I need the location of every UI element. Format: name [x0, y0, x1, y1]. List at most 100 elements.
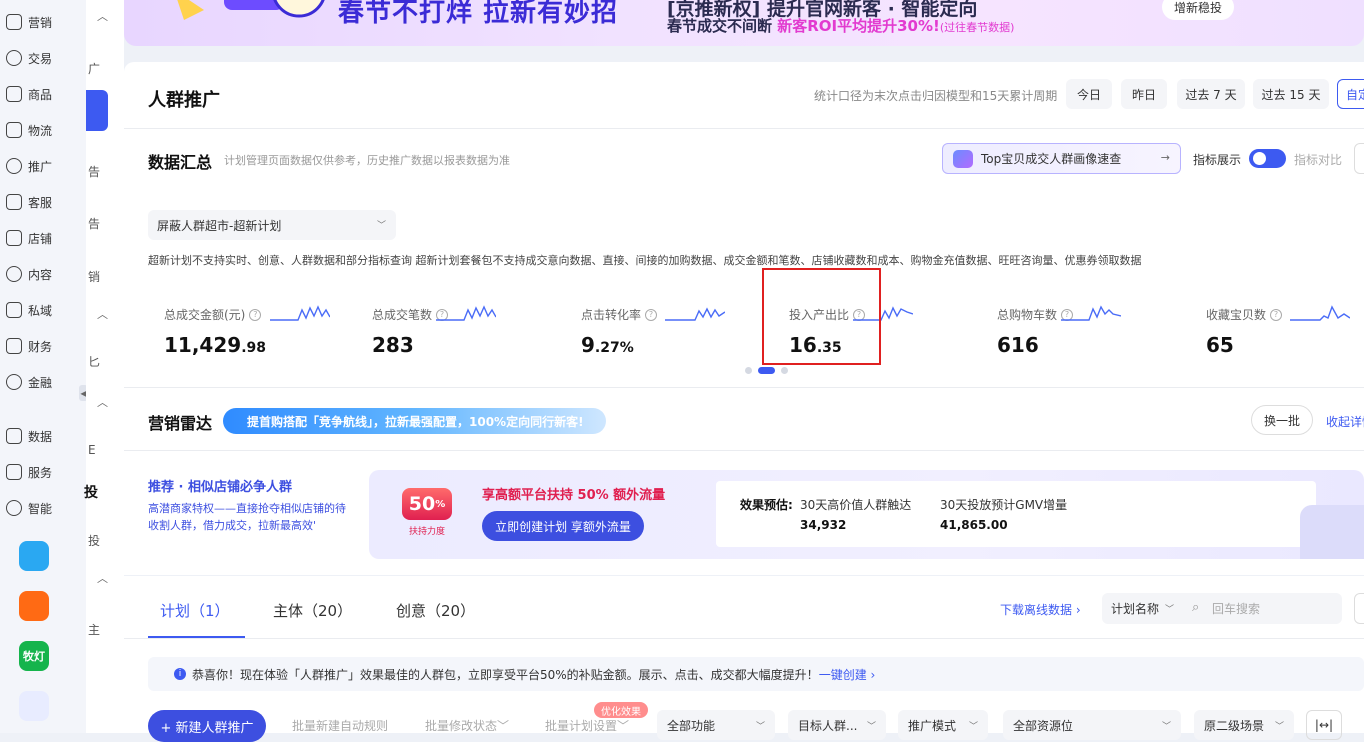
help-icon[interactable]: ? — [1270, 308, 1283, 321]
nav-item-8[interactable]: 内容 — [6, 264, 52, 284]
summary-subtitle: 计划管理页面数据仅供参考，历史推广数据以报表数据为准 — [224, 154, 510, 167]
nav-item-5[interactable]: 推广 — [6, 156, 52, 176]
rec-title: 推荐 · 相似店铺必争人群 — [148, 480, 292, 495]
filter-target-audience[interactable]: 目标人群... ﹀ — [788, 710, 886, 740]
nav-item-6[interactable]: 客服 — [6, 192, 52, 212]
nav-item-label: 客服 — [28, 195, 53, 210]
chevron-down-icon: ﹀ — [755, 722, 765, 732]
estimate-label: 效果预估: — [740, 498, 793, 512]
tab-creative[interactable]: 创意（20） — [396, 600, 475, 621]
range-15days[interactable]: 过去 15 天 — [1253, 79, 1329, 109]
expand-width-icon[interactable]: |↔| — [1306, 710, 1342, 740]
new-audience-button[interactable]: + 新建人群推广 — [148, 710, 266, 742]
summary-title: 数据汇总 — [148, 153, 213, 172]
badge-50: 50% 扶持力度 — [402, 488, 452, 540]
one-click-create-link[interactable]: 一键创建 › — [819, 666, 876, 683]
divider — [124, 387, 1364, 388]
compare-label: 指标对比 — [1294, 153, 1343, 167]
nav-item-label: 物流 — [28, 123, 53, 138]
chevron-up-icon[interactable]: ︿ — [97, 394, 108, 410]
chevron-up-icon[interactable]: ︿ — [97, 8, 108, 24]
top-product-button[interactable]: Top宝贝成交人群画像速查 → — [942, 143, 1181, 174]
estimate1-label: 30天高价值人群触达 — [800, 498, 912, 512]
filter-promotion-mode[interactable]: 推广模式 ﹀ — [898, 710, 988, 740]
metric-label: 总成交金额(元)? — [164, 306, 266, 323]
tab-plan[interactable]: 计划（1） — [160, 600, 230, 621]
nav-item-7[interactable]: 店铺 — [6, 228, 52, 248]
app-qiandeng-icon[interactable]: 牧灯 — [19, 641, 49, 671]
collapse-details-link[interactable]: 收起详情 — [1326, 413, 1364, 430]
range-custom[interactable]: 自定 — [1337, 79, 1364, 109]
highlight-box — [762, 268, 881, 365]
nav-item-2[interactable]: 交易 — [6, 48, 52, 68]
plan-warning: 超新计划不支持实时、创意、人群数据和部分指标查询 超新计划套餐包不支持成交意向数… — [148, 254, 1142, 267]
divider — [124, 128, 1364, 129]
filter-sub-scene[interactable]: 原二级场景 ﹀ — [1194, 710, 1294, 740]
nav-item-13[interactable]: 服务 — [6, 462, 52, 482]
more-button[interactable] — [1354, 143, 1364, 174]
search-input[interactable]: ⌕ 回车搜索 — [1182, 593, 1342, 624]
nav-item-label: 营销 — [28, 15, 53, 30]
app-bag-icon[interactable] — [19, 591, 49, 621]
help-icon[interactable]: ? — [249, 308, 262, 321]
divider — [124, 638, 1364, 639]
batch-rule-button[interactable]: 批量新建自动规则 — [290, 710, 390, 740]
nav-item-10[interactable]: 财务 — [6, 336, 52, 356]
chevron-down-icon: ﹀ — [1161, 722, 1171, 732]
tab-subject[interactable]: 主体（20） — [273, 600, 352, 621]
metric-card[interactable]: 收藏宝贝数? 65 — [1206, 306, 1283, 357]
estimate-panel — [716, 481, 1316, 547]
refresh-button[interactable]: 换一批 — [1251, 405, 1313, 435]
banner-button[interactable]: 增新稳投 — [1162, 0, 1234, 20]
nav-item-label: 推广 — [28, 159, 53, 174]
nav-item-12[interactable]: 数据 — [6, 426, 52, 446]
store-icon — [6, 230, 22, 246]
assistant-icon[interactable] — [1300, 505, 1364, 559]
badge-percent: 50% — [402, 488, 452, 520]
help-icon[interactable]: ? — [645, 308, 658, 321]
radar-title: 营销雷达 — [148, 414, 213, 433]
nav-item-9[interactable]: 私域 — [6, 300, 52, 320]
people-icon — [6, 302, 22, 318]
carousel-dots[interactable] — [745, 367, 788, 374]
range-7days[interactable]: 过去 7 天 — [1177, 79, 1245, 109]
range-yesterday[interactable]: 昨日 — [1121, 79, 1167, 109]
yen-icon — [6, 338, 22, 354]
svg-text:+: + — [292, 0, 307, 3]
metric-toggle[interactable] — [1249, 149, 1286, 168]
filter-function[interactable]: 全部功能 ﹀ — [657, 710, 775, 740]
sparkline-icon — [1290, 305, 1350, 321]
subnav-fragment: 主 — [88, 623, 101, 637]
metric-value: 283 — [372, 333, 414, 357]
field-select[interactable]: 计划名称 ﹀ — [1102, 593, 1182, 624]
nav-item-11[interactable]: 金融 — [6, 372, 52, 392]
truck-icon — [6, 122, 22, 138]
nav-item-3[interactable]: 商品 — [6, 84, 52, 104]
banner-illustration-icon: + — [177, 0, 325, 20]
optimize-tag: 优化效果 — [594, 702, 648, 718]
plan-select[interactable]: 屏蔽人群超市-超新计划 ﹀ — [148, 210, 396, 240]
app-shark-icon[interactable] — [19, 541, 49, 571]
chevron-up-icon[interactable]: ︿ — [97, 306, 108, 322]
list-settings-button[interactable] — [1354, 593, 1364, 624]
download-link[interactable]: 下载离线数据 › — [1000, 601, 1081, 618]
offer-text: 享高额平台扶持 50% 额外流量 — [482, 488, 666, 503]
promo-banner[interactable]: + 春节不打烊 拉新有妙招 [京推新权] 提升官网新客 · 智能定向 春节成交不… — [124, 0, 1364, 46]
chevron-up-icon[interactable]: ︿ — [97, 570, 108, 586]
metric-card[interactable]: 点击转化率? 9.27% — [581, 306, 658, 357]
sparkline-icon — [436, 305, 496, 321]
nav-item-14[interactable]: 智能 — [6, 498, 52, 518]
create-plan-button[interactable]: 立即创建计划 享额外流量 — [482, 511, 644, 541]
filter-resource-slot[interactable]: 全部资源位 ﹀ — [1003, 710, 1181, 740]
nav-item-4[interactable]: 物流 — [6, 120, 52, 140]
secondary-nav-active[interactable] — [86, 90, 108, 131]
batch-status-button[interactable]: 批量修改状态 ﹀ — [424, 710, 510, 740]
subnav-fragment: 匕 — [88, 355, 101, 369]
info-icon: i — [174, 668, 186, 680]
metric-card[interactable]: 总成交金额(元)? 11,429.98 — [164, 306, 266, 357]
estimate1-value: 34,932 — [800, 518, 847, 532]
location-icon — [6, 158, 22, 174]
app-crm-icon[interactable] — [19, 691, 49, 721]
nav-item-1[interactable]: 营销 — [6, 12, 52, 32]
range-today[interactable]: 今日 — [1066, 79, 1112, 109]
